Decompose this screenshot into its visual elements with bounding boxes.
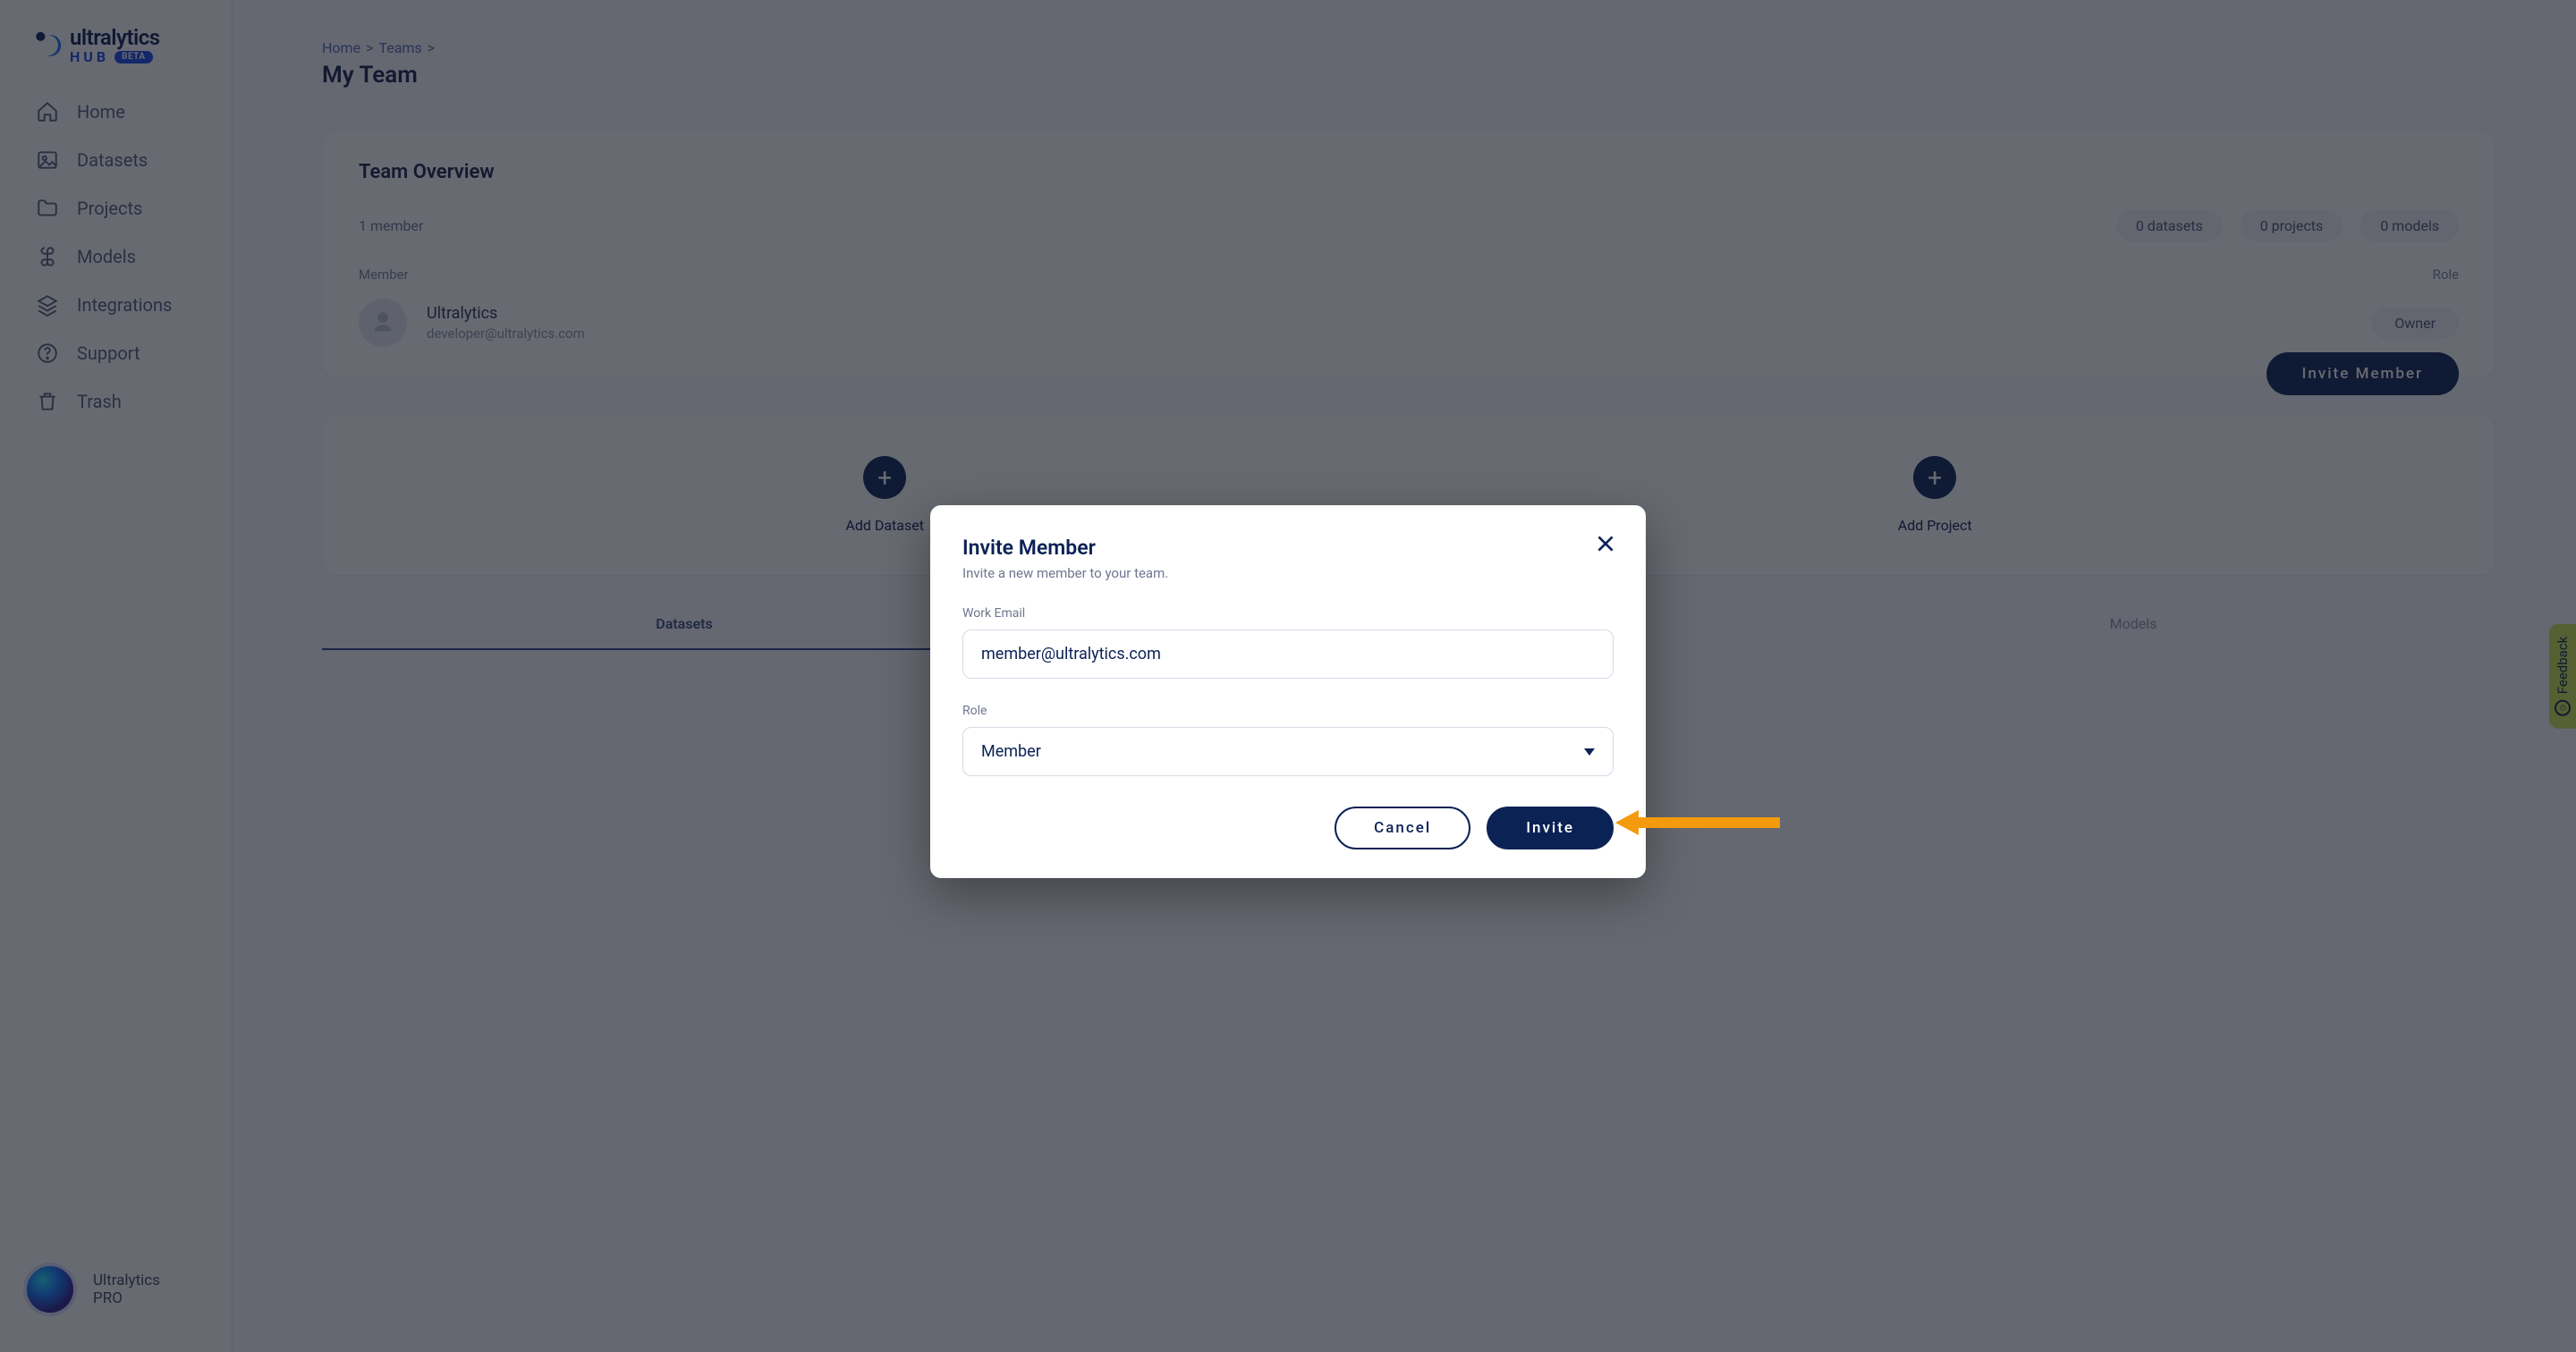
invite-member-modal: Invite Member Invite a new member to you… xyxy=(930,505,1646,878)
modal-subtitle: Invite a new member to your team. xyxy=(962,565,1614,581)
role-select[interactable]: Member xyxy=(962,727,1614,776)
role-label: Role xyxy=(962,704,1614,718)
modal-title: Invite Member xyxy=(962,536,1614,560)
close-icon[interactable] xyxy=(1594,532,1617,555)
work-email-label: Work Email xyxy=(962,606,1614,621)
invite-button[interactable]: Invite xyxy=(1487,807,1614,849)
chevron-down-icon xyxy=(1584,748,1595,756)
work-email-input[interactable] xyxy=(962,630,1614,679)
cancel-button[interactable]: Cancel xyxy=(1335,807,1470,849)
role-select-value: Member xyxy=(981,742,1041,761)
